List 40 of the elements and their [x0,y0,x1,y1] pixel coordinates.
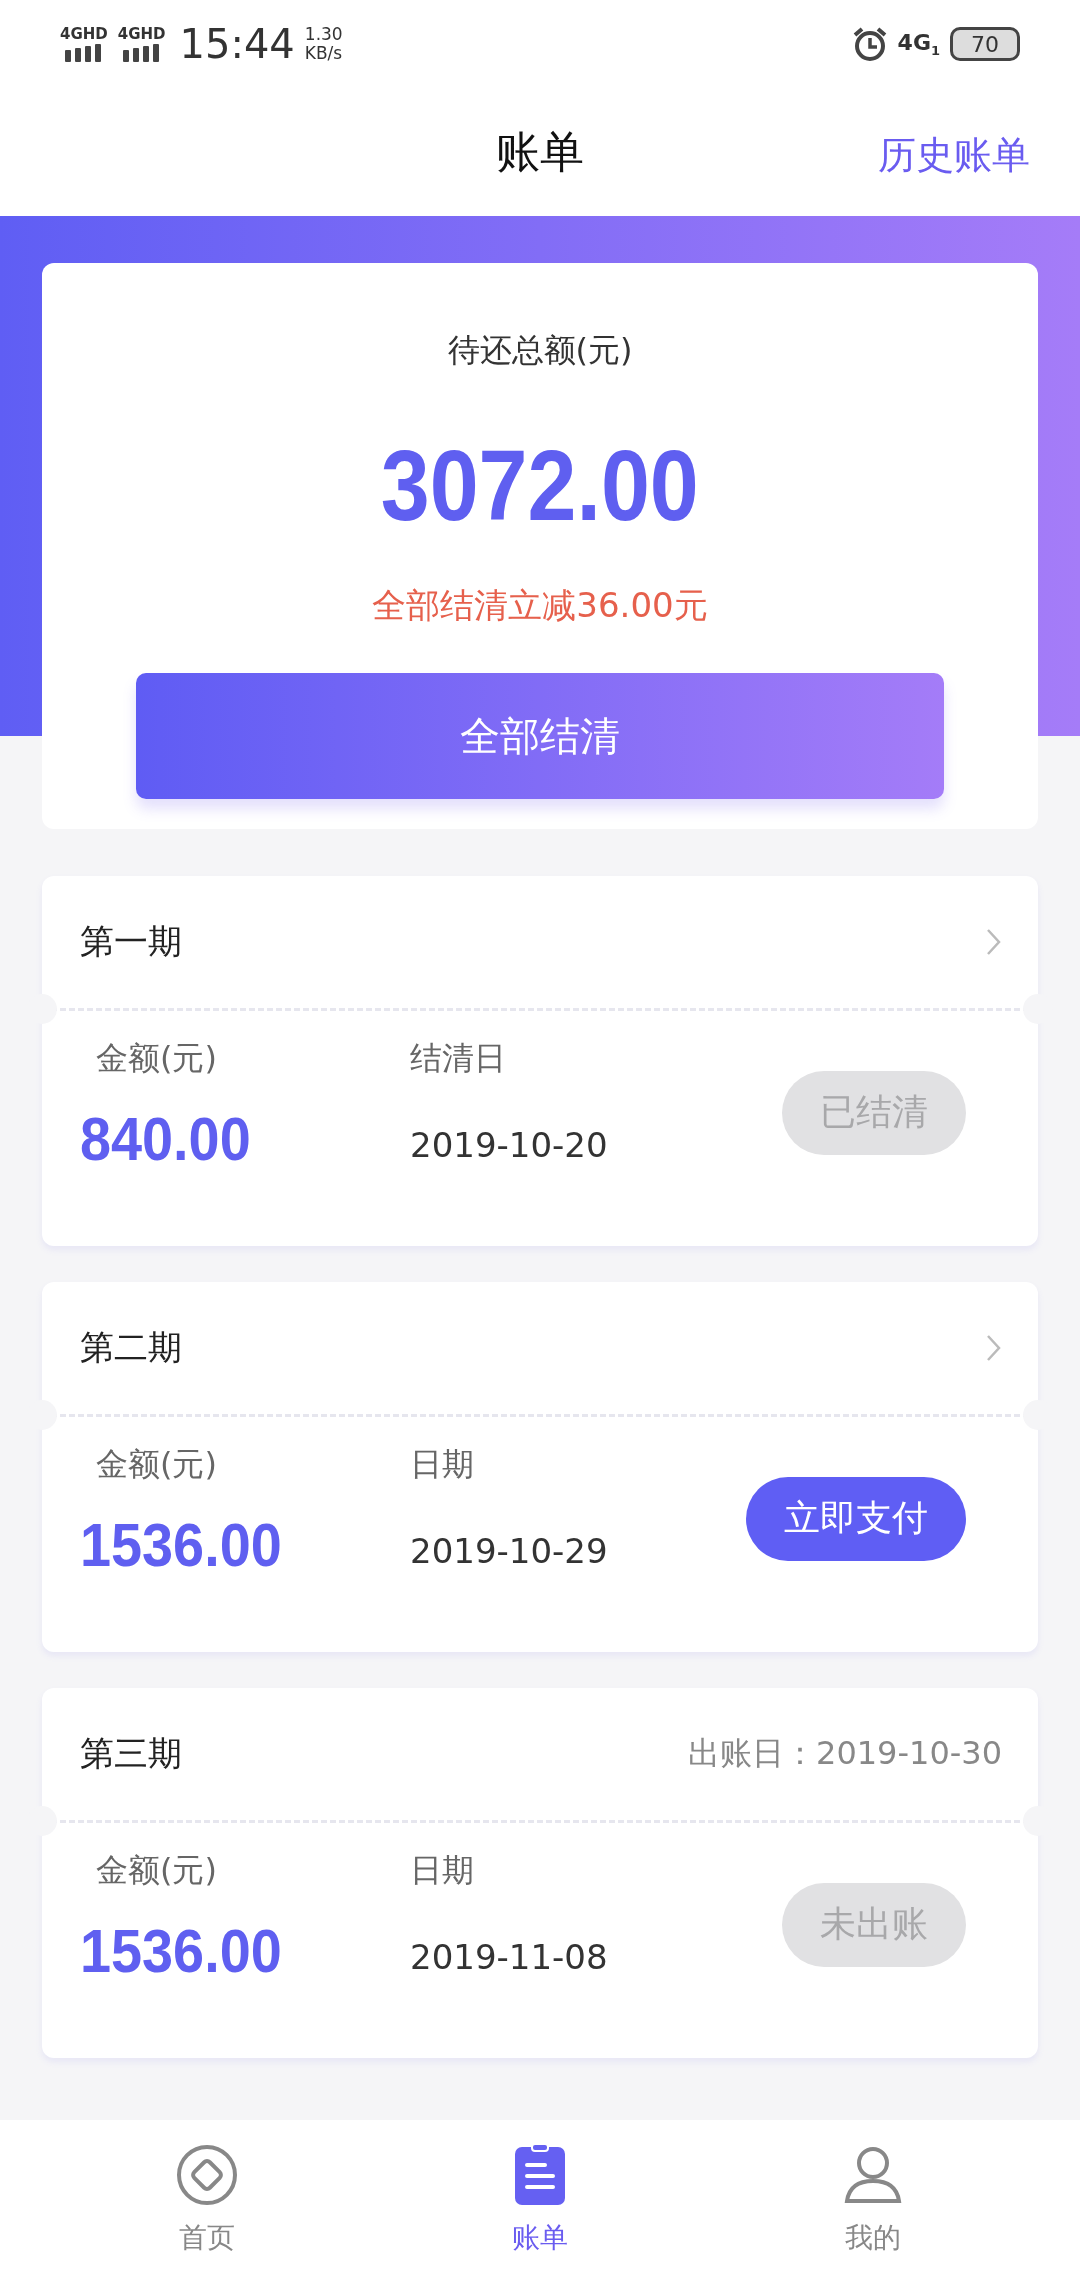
clipboard-icon [513,2143,567,2207]
date-label: 结清日 [410,1038,507,1079]
period-title: 第一期 [80,920,182,963]
bill-amount: 1536.00 [80,1915,283,1986]
page-title: 账单 [496,124,584,179]
amount-label: 金额(元) [95,1444,218,1485]
amount-label: 金额(元) [95,1850,218,1891]
bill-amount: 1536.00 [80,1509,283,1580]
nav-tab[interactable]: 账单 [373,2120,707,2280]
bill-date-note: 出账日：2019-10-30 [688,1733,1002,1774]
total-amount: 3072.00 [380,435,700,535]
signal-icon [63,41,104,62]
signal-icon [121,41,162,62]
network-label: 4GHD [117,26,166,42]
network-type: 4G$_{1}$ [897,29,940,59]
period-title: 第二期 [80,1326,182,1369]
battery-level: 70 [950,27,1020,61]
bill-date: 2019-10-20 [410,1125,609,1165]
bill-date: 2019-11-08 [410,1937,609,1977]
history-link[interactable]: 历史账单 [878,130,1030,181]
nav-tab[interactable]: 我的 [706,2120,1040,2280]
discount-text: 全部结清立减36.00元 [372,584,708,627]
nav-tab[interactable]: 首页 [40,2120,374,2280]
home-icon [174,2143,239,2207]
date-label: 日期 [410,1850,475,1891]
chevron-right-icon[interactable] [986,928,1002,956]
bill-date: 2019-10-29 [410,1531,609,1571]
amount-label: 金额(元) [95,1038,218,1079]
bill-amount: 840.00 [80,1103,252,1174]
pay-button[interactable]: 立即支付 [746,1476,966,1561]
settle-all-button[interactable]: 全部结清 [136,673,944,799]
alarm-icon [851,26,888,62]
total-label: 待还总额(元) [447,330,633,371]
clock-time: 15:44 [179,21,295,67]
period-title: 第三期 [80,1732,182,1775]
network-label: 4GHD [60,26,108,42]
chevron-right-icon[interactable] [986,1334,1002,1362]
speed-unit: KB/s [304,44,343,63]
date-label: 日期 [410,1444,475,1485]
speed-value: 1.30 [304,25,343,44]
